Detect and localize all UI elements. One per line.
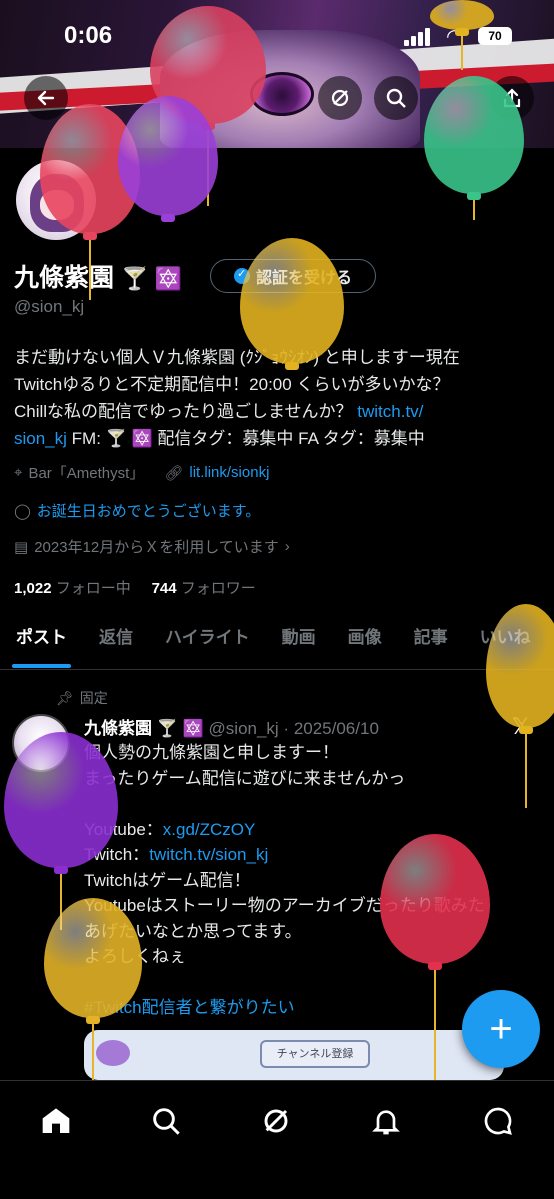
grok-button[interactable]	[318, 76, 362, 120]
birthday-text: お誕生日おめでとうございます。	[36, 503, 261, 520]
calendar-icon: ▤	[14, 538, 29, 556]
tab-replies[interactable]: 返信	[83, 614, 149, 668]
bio-tail: FM: 🍸 🔯 配信タグ：募集中 FA タグ：募集中	[66, 429, 425, 448]
balloon-decoration	[430, 0, 494, 70]
balloon-decoration	[240, 238, 344, 370]
post-header: 九條紫園 🍸 🔯 @sion_kj · 2025/06/10	[84, 714, 379, 739]
pinned-indicator: 📌︎ 固定	[56, 688, 108, 708]
balloon-decoration	[118, 96, 218, 222]
bottom-navigation	[0, 1080, 554, 1199]
message-icon	[484, 1107, 512, 1135]
tab-photos[interactable]: 画像	[332, 614, 398, 668]
tab-posts[interactable]: ポスト	[0, 614, 83, 668]
post-author-emojis: 🍸 🔯	[156, 719, 204, 738]
bio-line: Chillな私の配信でゆったり過ごしませんか？ twitch.tv/	[14, 398, 534, 425]
tab-articles[interactable]: 記事	[398, 614, 464, 668]
tab-videos[interactable]: 動画	[266, 614, 332, 668]
bio-twitch-link-cont[interactable]: sion_kj	[14, 429, 67, 448]
followers-count: 744	[151, 580, 177, 597]
plus-icon: +	[489, 1006, 513, 1051]
post-line	[84, 791, 544, 817]
joined-text: 2023年12月からＸを利用しています	[34, 539, 279, 556]
balloon-decoration	[44, 898, 142, 1080]
post-handle-date: @sion_kj · 2025/06/10	[208, 719, 379, 738]
youtube-link[interactable]: x.gd/ZCzOY	[163, 820, 256, 839]
nav-messages[interactable]	[478, 1101, 518, 1141]
twitch-link[interactable]: twitch.tv/sion_kj	[149, 845, 268, 864]
subscribe-button-image: チャンネル登録	[260, 1040, 370, 1068]
balloon-icon: ◯	[14, 502, 31, 520]
profile-handle: @sion_kj	[14, 297, 85, 316]
post-line: まったりゲーム配信に遊びに来ませんかっ	[84, 768, 406, 788]
followers-label: フォロワー	[180, 580, 256, 597]
following-link[interactable]: 1,022 フォロー中	[14, 580, 131, 597]
chevron-right-icon: ›	[284, 538, 290, 555]
following-label: フォロー中	[55, 580, 131, 597]
nav-notifications[interactable]	[366, 1101, 406, 1141]
bio-line: Twitchゆるりと不定期配信中！20:00 くらいが多いかな？	[14, 375, 450, 394]
profile-meta-row: ⌖ Bar「Amethyst」 🔗︎ lit.link/sionkj	[14, 462, 269, 483]
tab-highlights[interactable]: ハイライト	[149, 614, 266, 668]
joined-row[interactable]: ▤ 2023年12月からＸを利用しています ›	[14, 536, 290, 557]
nav-home[interactable]	[36, 1101, 76, 1141]
search-icon	[153, 1108, 180, 1135]
status-time: 0:06	[64, 22, 113, 49]
bio-line-text: Chillな私の配信でゆったり過ごしませんか？	[14, 402, 358, 421]
profile-location: Bar「Amethyst」	[28, 465, 145, 482]
pin-icon: 📌︎	[56, 689, 74, 706]
home-icon	[42, 1108, 70, 1133]
profile-tabs: ポスト 返信 ハイライト 動画 画像 記事 いいね	[0, 614, 554, 670]
location-icon: ⌖	[14, 464, 23, 481]
search-button[interactable]	[374, 76, 418, 120]
compose-button[interactable]: +	[462, 990, 540, 1068]
balloon-decoration	[486, 604, 554, 808]
profile-website-link[interactable]: lit.link/sionkj	[189, 464, 269, 481]
nav-search[interactable]	[146, 1101, 186, 1141]
post-line: 個人勢の九條紫園と申しますー！	[84, 743, 339, 762]
bio-twitch-link[interactable]: twitch.tv/	[357, 402, 423, 421]
follow-counts: 1,022 フォロー中 744 フォロワー	[14, 577, 256, 598]
balloon-decoration	[424, 76, 524, 220]
birthday-row[interactable]: ◯ お誕生日おめでとうございます。	[14, 500, 260, 521]
following-count: 1,022	[14, 580, 52, 597]
bell-icon	[372, 1110, 400, 1135]
pinned-label: 固定	[79, 690, 108, 706]
grok-icon	[331, 89, 349, 107]
grok-icon	[264, 1109, 288, 1133]
link-icon: 🔗︎	[164, 464, 184, 482]
search-icon	[386, 88, 406, 108]
followers-link[interactable]: 744 フォロワー	[152, 580, 256, 597]
bio-line: sion_kj FM: 🍸 🔯 配信タグ：募集中 FA タグ：募集中	[14, 425, 534, 452]
nav-grok[interactable]	[256, 1101, 296, 1141]
